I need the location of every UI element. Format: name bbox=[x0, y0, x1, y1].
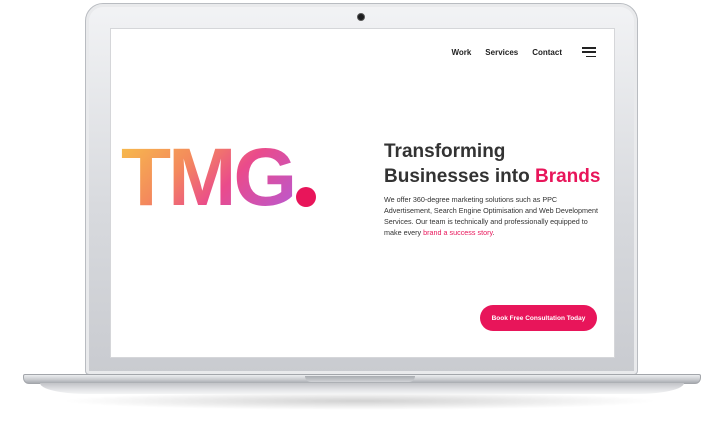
top-nav: Work Services Contact bbox=[451, 47, 596, 57]
webcam-icon bbox=[357, 13, 365, 21]
laptop-base bbox=[40, 383, 684, 394]
description-link[interactable]: brand a success story bbox=[423, 228, 492, 237]
laptop-screen: Work Services Contact TMG Transforming B… bbox=[110, 28, 615, 358]
nav-item-contact[interactable]: Contact bbox=[532, 48, 562, 57]
nav-item-work[interactable]: Work bbox=[451, 48, 471, 57]
laptop-shadow bbox=[60, 392, 660, 410]
hamburger-menu-icon[interactable] bbox=[582, 47, 596, 57]
hero-description: We offer 360-degree marketing solutions … bbox=[384, 194, 602, 238]
nav-item-services[interactable]: Services bbox=[485, 48, 518, 57]
headline-line2-prefix: Businesses into bbox=[384, 166, 535, 187]
description-end: . bbox=[492, 228, 495, 237]
laptop-notch bbox=[305, 376, 415, 382]
tmg-logo: TMG bbox=[121, 132, 317, 223]
logo-dot bbox=[296, 187, 317, 207]
hero-headline: Transforming Businesses into Brands bbox=[384, 139, 600, 189]
logo-text: TMG bbox=[121, 132, 297, 223]
headline-accent: Brands bbox=[535, 166, 601, 187]
book-consultation-button[interactable]: Book Free Consultation Today bbox=[480, 305, 597, 331]
headline-line1: Transforming bbox=[384, 141, 506, 162]
